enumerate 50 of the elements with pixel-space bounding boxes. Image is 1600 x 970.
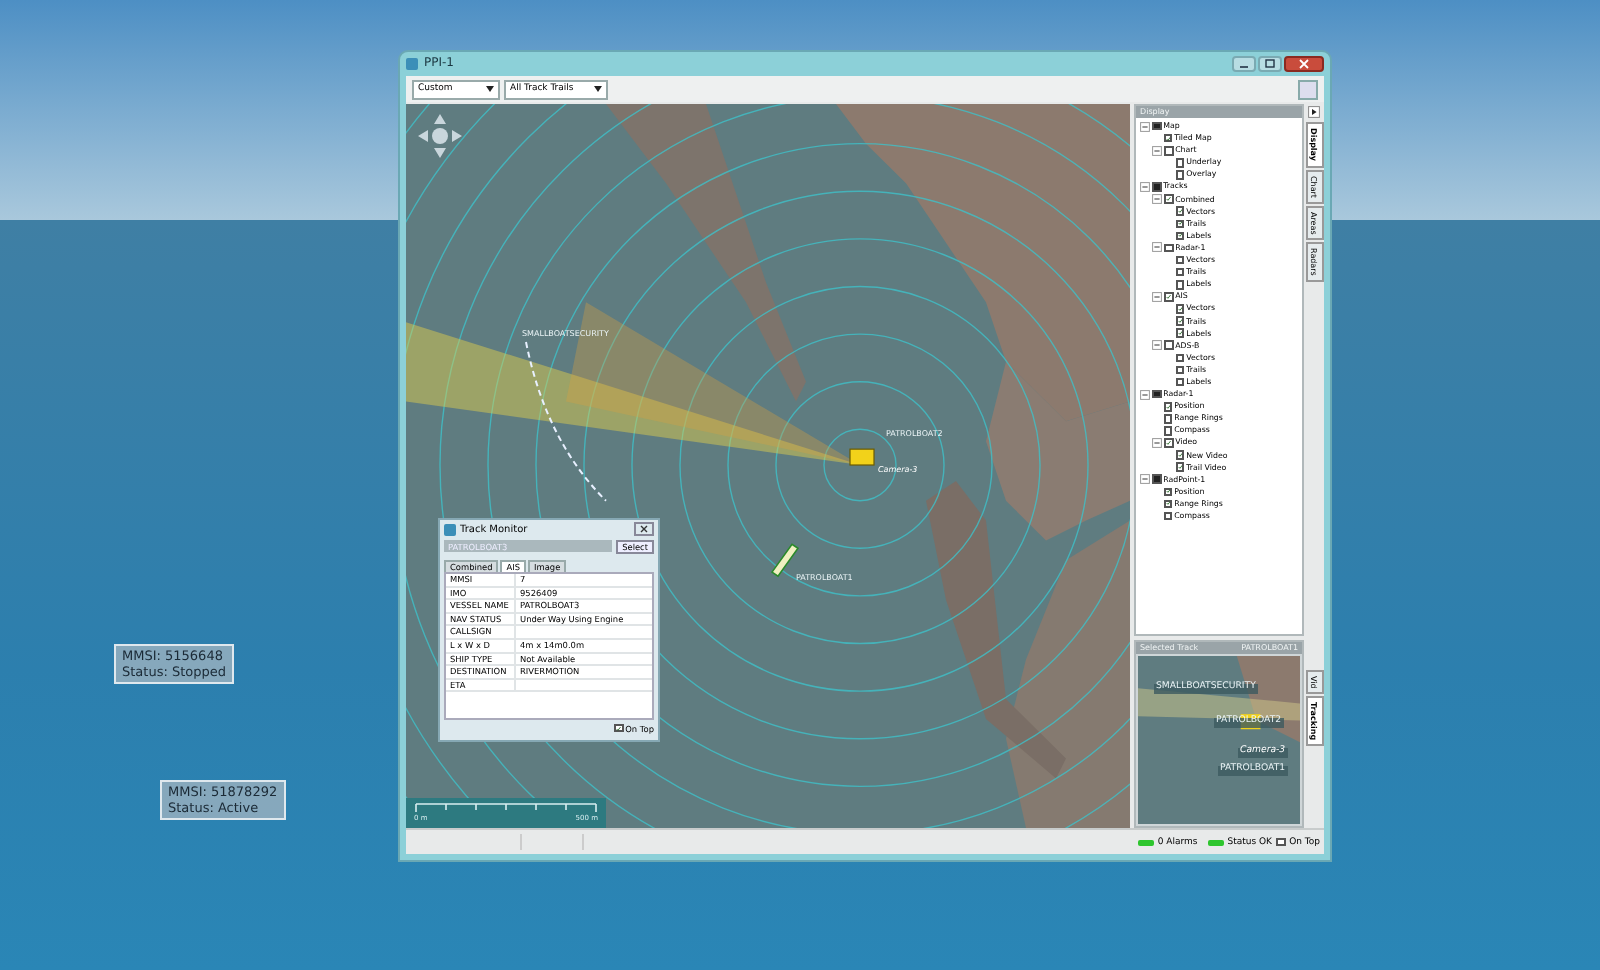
collapse-icon[interactable] (1140, 182, 1150, 193)
checkbox[interactable] (1175, 279, 1185, 290)
boat-icon (770, 543, 800, 578)
checkbox[interactable] (1164, 194, 1174, 204)
checkbox[interactable] (1163, 487, 1173, 497)
checkbox[interactable] (1175, 304, 1185, 314)
caret-icon (486, 86, 494, 92)
pan-control-icon[interactable] (418, 114, 462, 158)
maximize-button[interactable] (1258, 55, 1282, 71)
checkbox[interactable] (1163, 511, 1173, 521)
checkbox[interactable] (1175, 377, 1185, 387)
checkbox[interactable] (1164, 340, 1174, 351)
checkbox[interactable] (1175, 365, 1185, 375)
radar-map[interactable] (406, 104, 1130, 828)
checkbox[interactable] (1175, 462, 1185, 472)
checkbox[interactable] (1152, 474, 1162, 485)
checkbox[interactable] (1175, 170, 1185, 180)
close-button[interactable] (634, 522, 654, 536)
checkbox[interactable] (1163, 414, 1173, 424)
minimize-button[interactable] (1232, 55, 1256, 71)
checkbox[interactable] (1175, 231, 1185, 241)
checkbox[interactable] (1164, 292, 1174, 302)
checkbox[interactable] (1163, 401, 1173, 411)
checkbox[interactable] (1164, 145, 1174, 156)
checkbox[interactable] (1164, 438, 1174, 448)
checkbox[interactable] (1152, 182, 1162, 192)
checkbox[interactable] (1163, 499, 1173, 509)
checkbox[interactable] (1175, 353, 1185, 363)
app-icon (406, 57, 418, 69)
checkbox[interactable] (1164, 243, 1174, 253)
checkbox[interactable] (1175, 450, 1185, 460)
checkbox[interactable] (1152, 121, 1162, 131)
checkbox[interactable] (1275, 837, 1286, 847)
status-light-icon (1137, 839, 1154, 845)
close-button[interactable] (1284, 55, 1324, 71)
status-light-icon (1207, 839, 1224, 845)
checkbox[interactable] (1152, 389, 1162, 399)
checkbox[interactable] (1163, 426, 1173, 436)
checkbox[interactable] (1175, 328, 1185, 338)
checkbox[interactable] (1175, 267, 1185, 277)
expand-panel-icon[interactable] (1308, 106, 1320, 118)
checkbox[interactable] (1175, 219, 1185, 229)
checkbox[interactable] (1175, 316, 1185, 326)
checkbox[interactable] (1175, 255, 1185, 265)
checkbox[interactable] (614, 723, 624, 733)
checkbox[interactable] (1175, 158, 1185, 168)
checkbox[interactable] (1175, 206, 1185, 216)
caret-icon (594, 86, 602, 92)
checkbox[interactable] (1163, 133, 1173, 143)
app-icon (444, 523, 456, 535)
